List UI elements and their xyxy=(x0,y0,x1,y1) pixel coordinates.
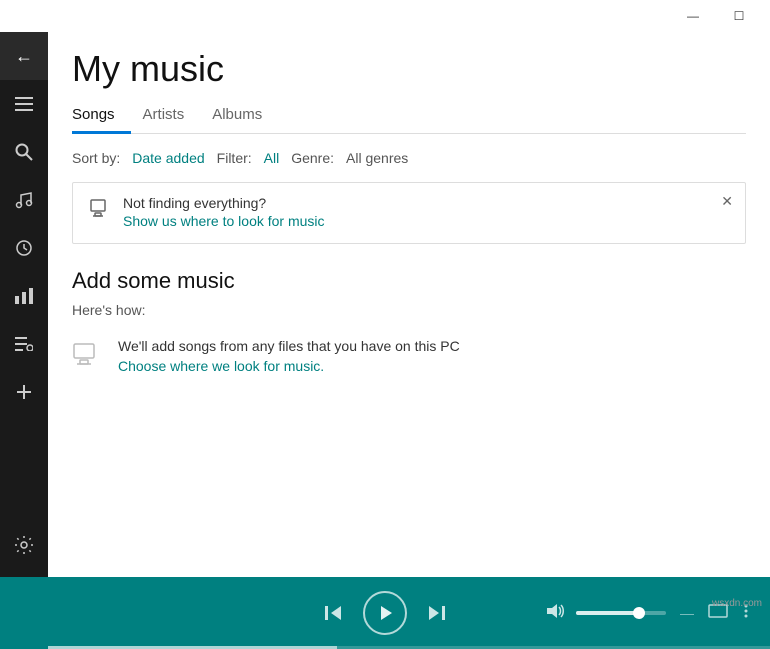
main-content: My music Songs Artists Albums Sort by: D… xyxy=(48,32,770,577)
sidebar-music-icon[interactable] xyxy=(0,176,48,224)
volume-fill xyxy=(576,611,639,615)
add-music-item-link[interactable]: Choose where we look for music. xyxy=(118,358,324,374)
volume-dash: — xyxy=(680,605,694,621)
filter-value[interactable]: All xyxy=(264,150,280,166)
sidebar-settings-icon[interactable] xyxy=(0,521,48,569)
add-music-section: Add some music Here's how: We'll add son… xyxy=(72,268,746,377)
sidebar-playlist-icon[interactable] xyxy=(0,320,48,368)
minimize-button[interactable]: — xyxy=(670,0,716,32)
filter-bar: Sort by: Date added Filter: All Genre: A… xyxy=(72,150,746,166)
play-button[interactable] xyxy=(363,591,407,635)
title-bar: — ☐ xyxy=(48,0,770,32)
watermark: wsxdn.com xyxy=(712,598,762,609)
sort-value[interactable]: Date added xyxy=(132,150,204,166)
sidebar-recent-icon[interactable] xyxy=(0,224,48,272)
add-music-title: Add some music xyxy=(72,268,746,294)
sidebar-back-icon[interactable]: ← xyxy=(0,32,48,80)
player-bar: — xyxy=(0,577,770,649)
filter-label: Filter: xyxy=(217,150,252,166)
info-banner-close-button[interactable]: ✕ xyxy=(721,193,733,210)
info-banner-title: Not finding everything? xyxy=(123,195,729,211)
info-banner-link[interactable]: Show us where to look for music xyxy=(123,213,325,229)
tab-songs[interactable]: Songs xyxy=(72,98,131,134)
sidebar-search-icon[interactable] xyxy=(0,128,48,176)
genre-label: Genre: xyxy=(291,150,334,166)
page-title: My music xyxy=(72,48,746,90)
tabs-bar: Songs Artists Albums xyxy=(72,98,746,134)
genre-value[interactable]: All genres xyxy=(346,150,408,166)
info-banner-text: Not finding everything? Show us where to… xyxy=(123,195,729,231)
tab-artists[interactable]: Artists xyxy=(143,98,201,134)
sidebar: ← xyxy=(0,32,48,577)
player-controls xyxy=(323,591,447,635)
next-button[interactable] xyxy=(427,604,447,622)
info-device-icon xyxy=(89,197,111,225)
volume-slider[interactable] xyxy=(576,611,666,615)
add-music-item-desc: We'll add songs from any files that you … xyxy=(118,338,460,354)
add-music-device-icon xyxy=(72,340,102,377)
sidebar-menu-icon[interactable] xyxy=(0,80,48,128)
add-music-subtitle: Here's how: xyxy=(72,302,746,318)
maximize-button[interactable]: ☐ xyxy=(716,0,762,32)
sort-label: Sort by: xyxy=(72,150,120,166)
app-container: ← xyxy=(0,32,770,577)
prev-button[interactable] xyxy=(323,604,343,622)
info-banner: Not finding everything? Show us where to… xyxy=(72,182,746,244)
sidebar-chart-icon[interactable] xyxy=(0,272,48,320)
sidebar-bottom xyxy=(0,521,48,577)
add-music-item-text: We'll add songs from any files that you … xyxy=(118,338,460,376)
tab-albums[interactable]: Albums xyxy=(212,98,278,134)
sidebar-add-icon[interactable] xyxy=(0,368,48,416)
volume-thumb xyxy=(633,607,645,619)
volume-icon xyxy=(546,603,566,624)
add-music-item: We'll add songs from any files that you … xyxy=(72,338,746,377)
